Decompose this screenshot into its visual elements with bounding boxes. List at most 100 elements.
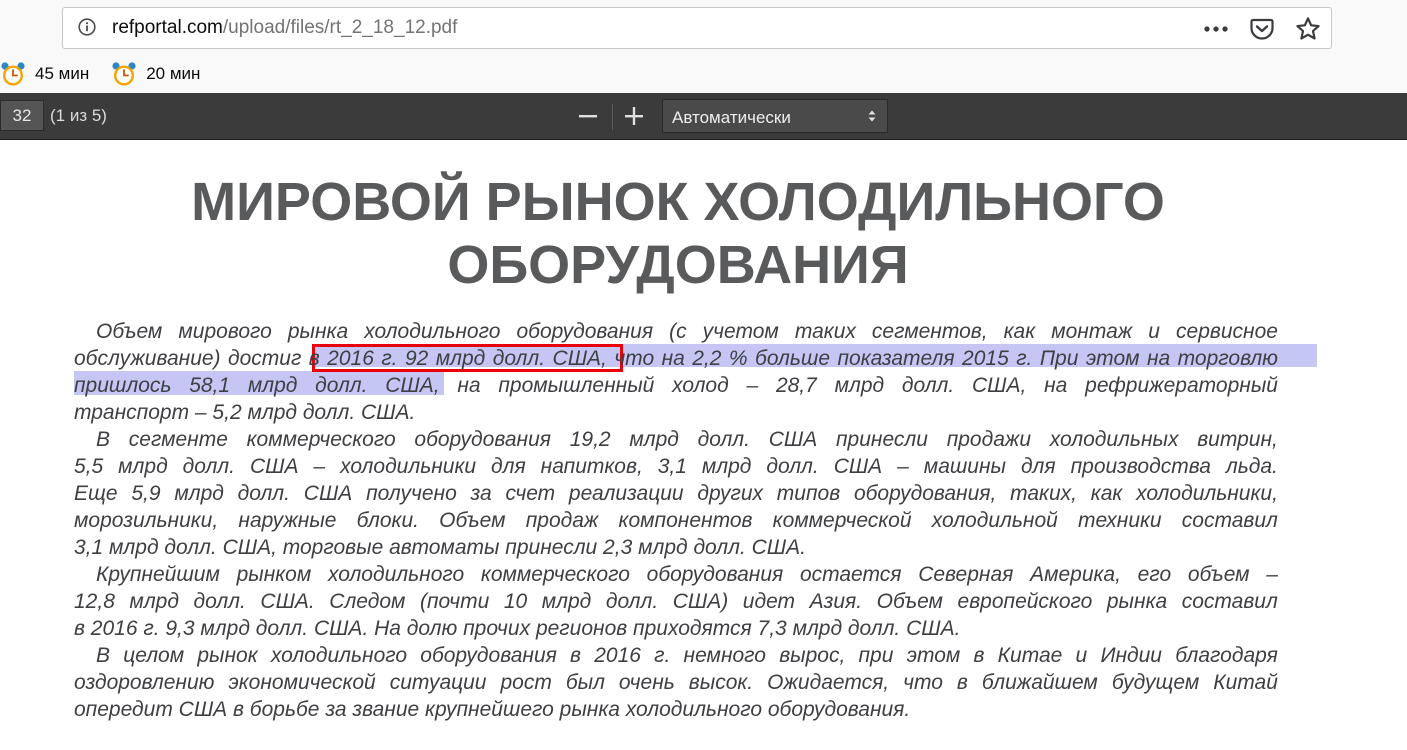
- zoom-select-value: Автоматически: [672, 108, 791, 127]
- word: США: [303, 482, 353, 505]
- paragraph-line: опередит США в борьбе за звание крупнейш…: [74, 698, 911, 721]
- bookmark-item[interactable]: 45 мин: [0, 61, 89, 87]
- word: США): [672, 590, 729, 613]
- word: и: [1148, 320, 1160, 343]
- word: 92: [404, 347, 429, 370]
- word: США: [833, 455, 883, 478]
- word: за: [470, 482, 492, 505]
- word: учетом: [702, 320, 779, 343]
- word: 12,8: [74, 590, 115, 613]
- word: Крупнейшим: [96, 563, 220, 586]
- word: долл.: [315, 374, 368, 397]
- word: млрд: [629, 428, 679, 451]
- alarm-clock-icon: [1, 62, 25, 86]
- paragraph-line: 5,5 млрд долл. США – холодильники для напитков,…: [74, 453, 1278, 480]
- word: США.: [260, 590, 315, 613]
- paragraph-line: 3,1 млрд долл. США, торговые автоматы пр…: [74, 536, 806, 559]
- word: 28,7: [775, 374, 817, 397]
- bookmark-star-button[interactable]: [1295, 16, 1321, 42]
- word: оборудования,: [853, 482, 997, 505]
- word: техники: [1078, 509, 1162, 532]
- bookmark-label: 45 мин: [35, 64, 90, 83]
- pocket-icon: [1250, 18, 1274, 40]
- word: млрд: [129, 590, 179, 613]
- word: что: [614, 347, 655, 370]
- word: В: [96, 428, 111, 451]
- pocket-button[interactable]: [1249, 16, 1275, 42]
- more-dots-icon: [1204, 26, 1228, 32]
- word: очень: [618, 671, 675, 694]
- zoom-select[interactable]: Автоматически: [662, 99, 888, 133]
- zoom-in-button[interactable]: [619, 101, 649, 131]
- word: рефрижераторный: [1085, 374, 1278, 397]
- word: 10: [503, 590, 528, 613]
- word: мирового: [178, 320, 272, 343]
- paragraph-line: Вцелом рынок холодильного оборудования в 2016…: [74, 642, 1278, 669]
- url-text[interactable]: refportal.com/upload/files/rt_2_18_12.pd…: [112, 17, 457, 39]
- word: Объем: [96, 320, 163, 343]
- paragraph-line: транспорт – 5,2 млрд долл. США.: [74, 401, 416, 424]
- word: –: [1266, 563, 1278, 586]
- word: США,: [385, 374, 440, 397]
- document-title: ОБОРУДОВАНИЯ: [447, 235, 909, 295]
- word: машины: [923, 455, 1006, 478]
- word: При: [1039, 347, 1079, 370]
- word: витрин,: [1197, 428, 1278, 451]
- page-actions-button[interactable]: [1203, 16, 1229, 42]
- word: 2015: [962, 347, 1009, 370]
- word: долл.: [901, 374, 955, 397]
- word: экономической: [228, 671, 376, 694]
- word: Ожидается,: [767, 671, 890, 694]
- word: счет: [505, 482, 556, 505]
- bookmark-item[interactable]: 20 мин: [111, 61, 200, 87]
- url-bar[interactable]: refportal.com/upload/files/rt_2_18_12.pd…: [62, 7, 1332, 49]
- word: холодильного: [327, 563, 465, 586]
- word: 2016: [594, 644, 641, 667]
- word: рост: [500, 671, 552, 694]
- word: компонентов: [618, 509, 753, 532]
- word: на: [1146, 347, 1171, 370]
- word: 5,9: [131, 482, 161, 505]
- word: сегментов,: [871, 320, 988, 343]
- word: холодильники,: [1136, 482, 1278, 505]
- word: на: [661, 347, 685, 370]
- word: –: [897, 455, 909, 478]
- word: этом: [906, 644, 961, 667]
- word: млрд: [541, 590, 592, 613]
- bookmark-label: 20 мин: [146, 64, 201, 83]
- word: в: [956, 671, 968, 694]
- word: оборудования: [420, 644, 557, 667]
- word: пришлось: [74, 374, 172, 397]
- word: на: [1044, 374, 1068, 397]
- word: холодильного: [364, 320, 501, 343]
- word: европейского: [957, 590, 1093, 613]
- word: наружные: [238, 509, 337, 532]
- plus-icon: [625, 107, 643, 125]
- page-number-input[interactable]: 32: [0, 100, 44, 131]
- word: Китай: [1213, 671, 1278, 694]
- word: высок.: [688, 671, 754, 694]
- word: США,: [972, 374, 1027, 397]
- word: Следом: [329, 590, 406, 613]
- paragraph-line: Всегменте коммерческого оборудования 19,2 мл…: [74, 426, 1278, 453]
- word: продажи: [946, 428, 1032, 451]
- alarm-clock-icon: [112, 62, 136, 86]
- word: долл.: [193, 590, 246, 613]
- word: –: [746, 374, 759, 397]
- word: показателя: [837, 347, 955, 370]
- word: как: [1090, 482, 1123, 505]
- word: млрд: [247, 374, 298, 397]
- word: млрд: [435, 347, 486, 370]
- word: коммерческой: [772, 509, 912, 532]
- word: коммерческого: [246, 428, 396, 451]
- info-icon[interactable]: [78, 18, 96, 36]
- word: долл.: [492, 347, 546, 370]
- page-count-label: (1 из 5): [50, 106, 107, 125]
- paragraph-line: Еще 5,9 млрд долл. США получено за счет реализац…: [74, 480, 1278, 507]
- word: напитков,: [540, 455, 643, 478]
- word: в: [973, 644, 985, 667]
- star-icon: [1296, 17, 1320, 40]
- word: долл.: [237, 482, 290, 505]
- zoom-out-button[interactable]: [573, 101, 603, 131]
- word: г.: [1016, 347, 1033, 370]
